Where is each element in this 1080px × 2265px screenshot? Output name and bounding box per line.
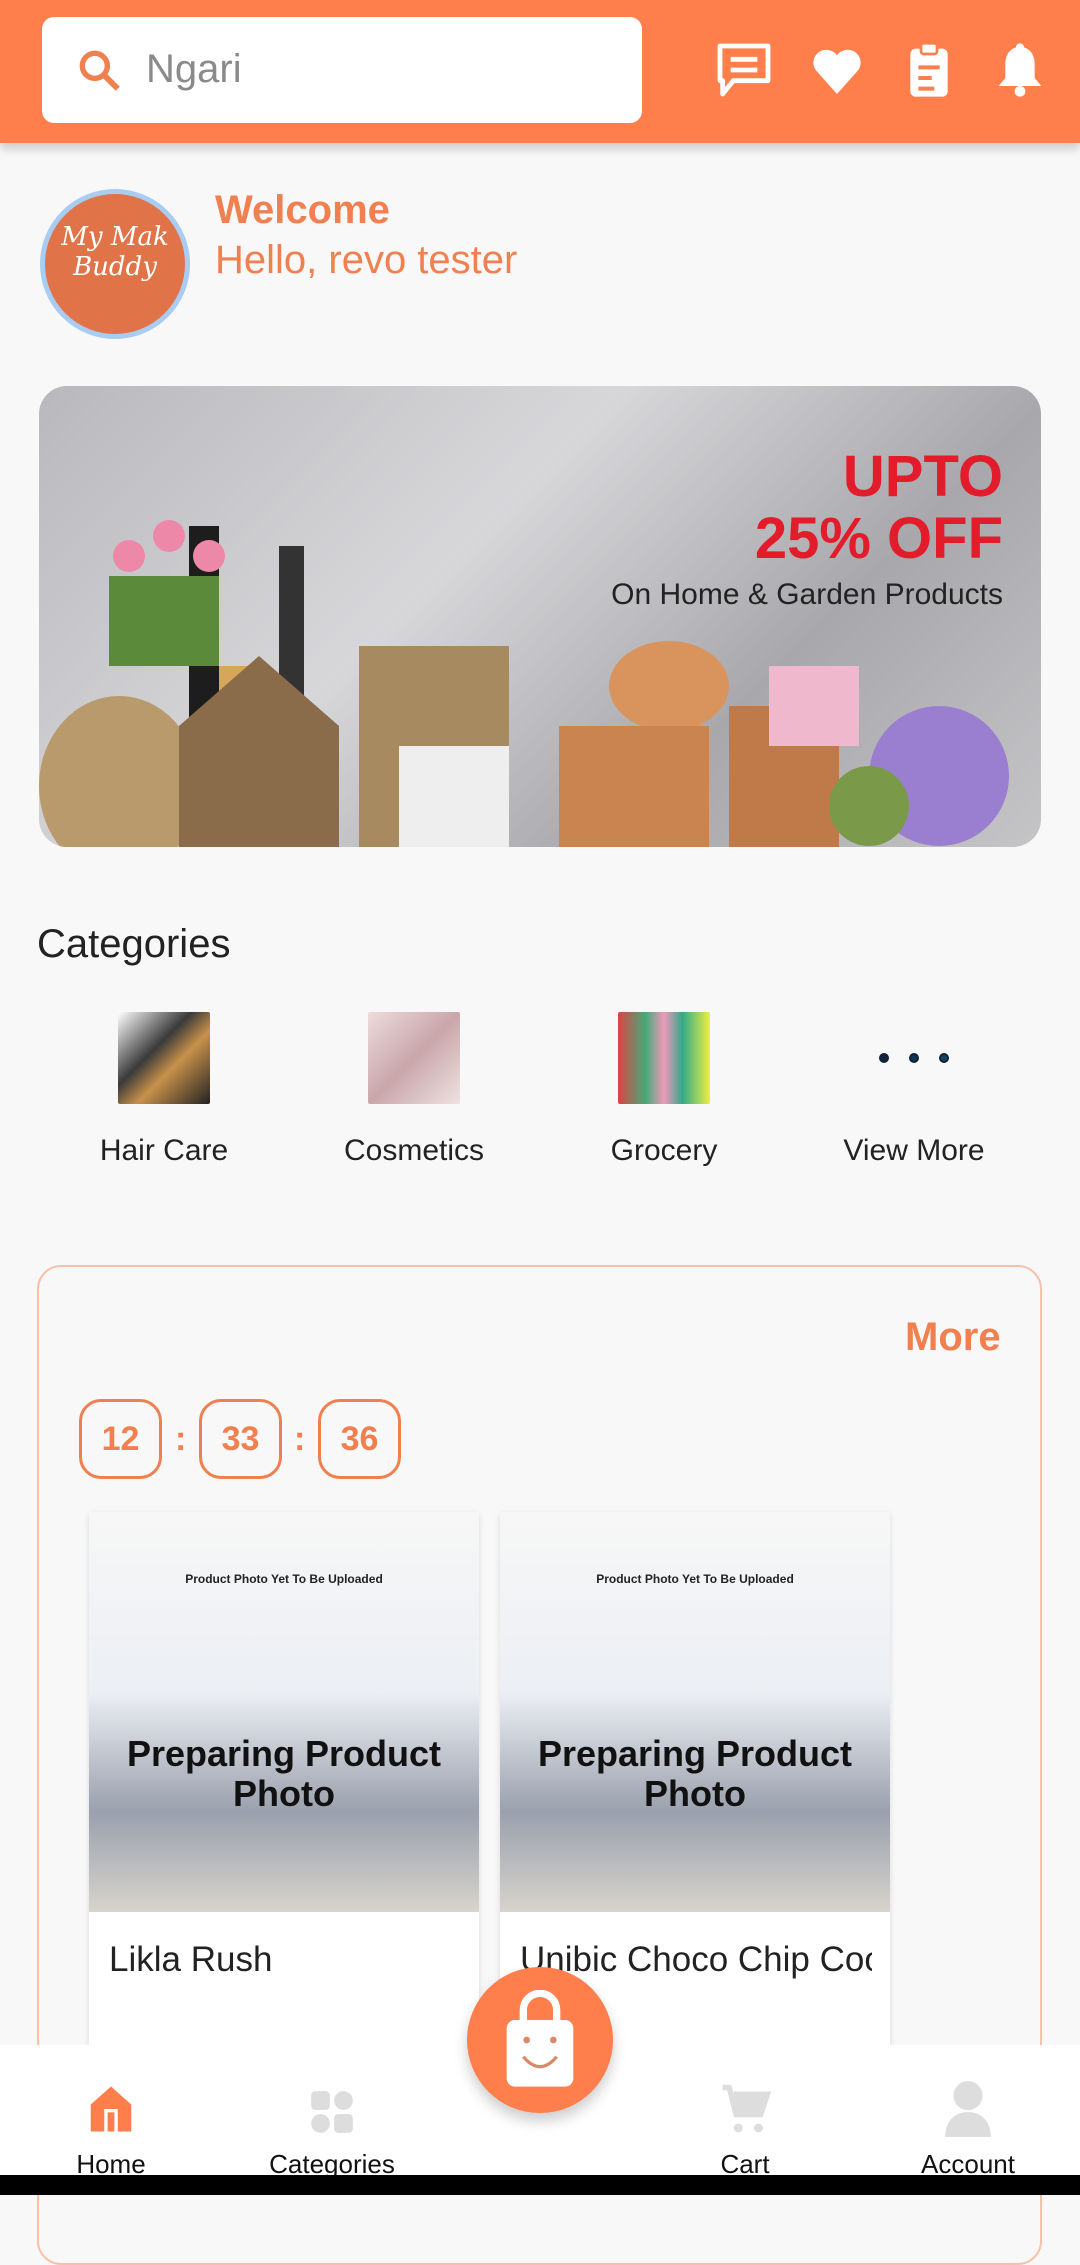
search-input[interactable]: Ngari xyxy=(42,17,642,123)
product-image-placeholder: Product Photo Yet To Be Uploaded Prepari… xyxy=(89,1512,479,1912)
hair-care-image xyxy=(118,1012,210,1104)
category-hair-care[interactable]: Hair Care xyxy=(39,1012,289,1168)
search-icon xyxy=(79,50,120,91)
category-label: View More xyxy=(843,1134,985,1167)
placeholder-title: Preparing Product Photo xyxy=(126,1733,442,1814)
product-name: Likla Rush xyxy=(109,1940,273,1979)
greeting-text: Hello, revo tester xyxy=(215,238,518,282)
timer-minutes: 33 xyxy=(199,1399,282,1479)
categories-icon xyxy=(311,2091,353,2133)
category-label: Grocery xyxy=(610,1134,718,1167)
chat-icon[interactable] xyxy=(712,38,776,102)
account-icon xyxy=(945,2081,991,2137)
home-icon xyxy=(90,2086,132,2132)
banner-discount: 25% OFF xyxy=(754,506,1003,571)
more-link[interactable]: More xyxy=(905,1315,1001,1360)
clipboard-icon[interactable] xyxy=(897,38,961,102)
welcome-heading: Welcome xyxy=(215,188,390,232)
more-dots-icon xyxy=(868,1012,960,1104)
banner-upto: UPTO xyxy=(842,444,1003,509)
categories-heading: Categories xyxy=(37,922,231,966)
category-label: Hair Care xyxy=(99,1134,229,1167)
logo-text: My Mak Buddy xyxy=(61,222,169,282)
category-cosmetics[interactable]: Cosmetics xyxy=(289,1012,539,1168)
shop-fab-button[interactable] xyxy=(467,1967,613,2113)
placeholder-caption: Product Photo Yet To Be Uploaded xyxy=(185,1572,383,1586)
banner-subtitle: On Home & Garden Products xyxy=(611,578,1003,611)
product-card[interactable]: Product Photo Yet To Be Uploaded Prepari… xyxy=(89,1512,479,2072)
nav-categories[interactable]: Categories xyxy=(232,2045,432,2180)
top-bar: Ngari xyxy=(0,0,1080,143)
cosmetics-image xyxy=(368,1012,460,1104)
category-label: Cosmetics xyxy=(343,1134,485,1167)
timer-separator: : xyxy=(294,1420,306,1458)
brand-logo-avatar: My Mak Buddy xyxy=(40,189,190,339)
timer-separator: : xyxy=(175,1420,187,1458)
cart-icon xyxy=(722,2084,772,2133)
heart-icon[interactable] xyxy=(805,38,869,102)
grocery-image xyxy=(618,1012,710,1104)
timer-seconds: 36 xyxy=(318,1399,401,1479)
category-grocery[interactable]: Grocery xyxy=(539,1012,789,1168)
placeholder-caption: Product Photo Yet To Be Uploaded xyxy=(596,1572,794,1586)
promo-banner[interactable]: UPTO 25% OFF On Home & Garden Products xyxy=(39,386,1041,847)
system-bar xyxy=(0,2175,1080,2195)
nav-account[interactable]: Account xyxy=(868,2045,1068,2180)
shopping-bag-smile-icon xyxy=(506,1990,574,2087)
category-view-more[interactable]: View More xyxy=(789,1012,1039,1168)
bell-icon[interactable] xyxy=(988,38,1052,102)
nav-home[interactable]: Home xyxy=(11,2045,211,2180)
nav-cart[interactable]: Cart xyxy=(645,2045,845,2180)
placeholder-title: Preparing Product Photo xyxy=(537,1733,853,1814)
timer-hours: 12 xyxy=(79,1399,162,1479)
search-value: Ngari xyxy=(146,47,242,91)
product-image-placeholder: Product Photo Yet To Be Uploaded Prepari… xyxy=(500,1512,890,1912)
